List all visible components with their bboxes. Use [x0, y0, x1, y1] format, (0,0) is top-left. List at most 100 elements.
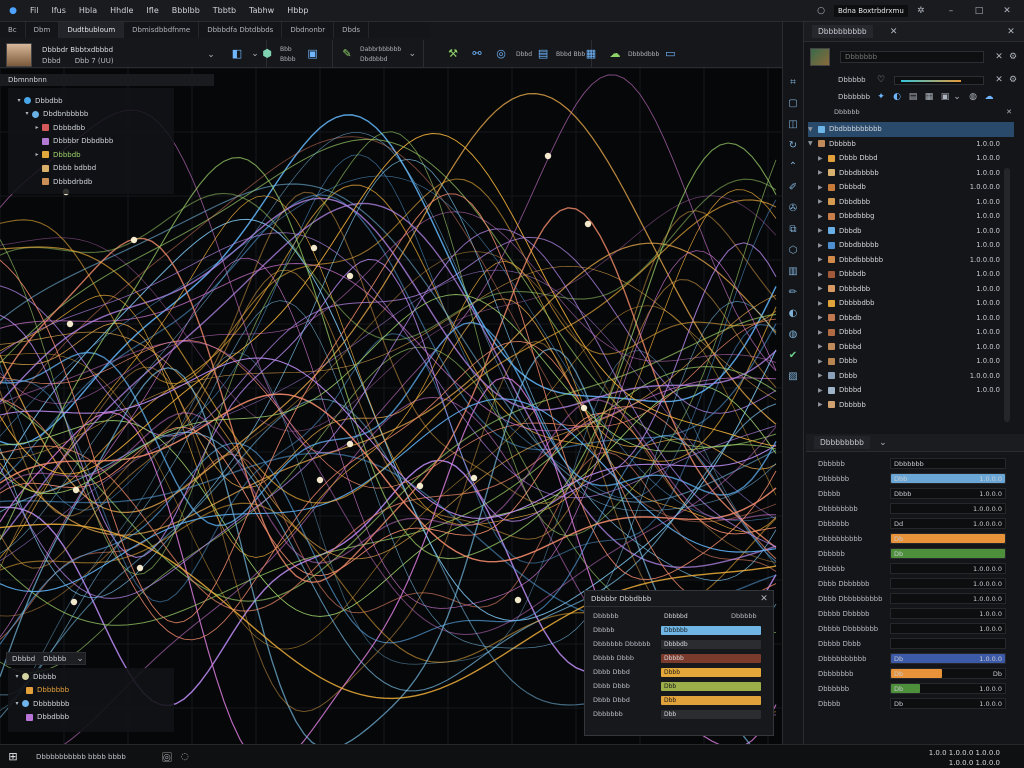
tab[interactable]: Dbbbdfa Dbtdbbds	[199, 22, 283, 38]
toolbar-brush-button[interactable]: ⚒	[442, 43, 464, 65]
table-row[interactable]: ▶ Dbbbd 1.0.0.0	[808, 340, 1014, 355]
check-icon[interactable]: ✔	[787, 351, 799, 363]
chevron-down-icon[interactable]: ▾	[12, 672, 22, 682]
close-icon[interactable]: ✕	[1002, 6, 1012, 16]
property-value[interactable]: Db 1.0.0.0	[890, 653, 1006, 664]
toolbar-monitor-button[interactable]: ▣	[302, 43, 324, 65]
chevron-right-icon[interactable]: ▶	[818, 213, 828, 220]
menu-item[interactable]: Tbbtb	[213, 6, 236, 15]
frame-icon[interactable]: ▢	[787, 99, 799, 111]
chevron-right-icon[interactable]: ▶	[818, 387, 828, 394]
property-value[interactable]: Dbbb 1.0.0.0	[890, 488, 1006, 499]
chevron-down-icon[interactable]: ▾	[22, 109, 32, 119]
tab[interactable]: Bc	[0, 22, 26, 38]
rotate-icon[interactable]: ↻	[787, 141, 799, 153]
layers-icon[interactable]: ◫	[787, 120, 799, 132]
property-value[interactable]: Db 1.0.0.0	[890, 683, 1006, 694]
table-row[interactable]: ▶ Dbbdbbbbb 1.0.0.0	[808, 238, 1014, 253]
close-icon[interactable]: ✕	[994, 52, 1004, 62]
close-icon[interactable]: ✕	[1004, 107, 1014, 117]
pen-tool-icon[interactable]: ✐	[787, 183, 799, 195]
gear-icon[interactable]: ⚙	[1008, 52, 1018, 62]
node-icon[interactable]: ⧉	[787, 225, 799, 237]
app-icon[interactable]: ◌	[180, 752, 190, 762]
property-value[interactable]: 1.0.0.0	[890, 608, 1006, 619]
toolbar-link-button[interactable]: ⚯	[466, 43, 488, 65]
list-icon[interactable]: ▤	[908, 92, 918, 102]
app-icon[interactable]: ◎	[161, 751, 172, 763]
table-row[interactable]: ▶ Dbbbdb 1.0.0.0.0	[808, 180, 1014, 195]
globe-icon[interactable]: ◍	[787, 330, 799, 342]
table-row[interactable]: ▶ Dbbb 1.0.0.0	[808, 354, 1014, 369]
table-row[interactable]: ▼ Dbdbbbbbbbbb	[808, 122, 1014, 137]
chevron-right-icon[interactable]: ▶	[818, 271, 828, 278]
chevron-right-icon[interactable]: ▶	[818, 358, 828, 365]
windows-start-icon[interactable]: ⊞	[8, 751, 18, 762]
chevron-down-icon[interactable]: ⌄	[75, 654, 85, 664]
toolbar-cube-button[interactable]: ◧	[226, 43, 248, 65]
camera-icon[interactable]: ⌗	[787, 78, 799, 90]
close-icon[interactable]: ✕	[1006, 27, 1016, 37]
table-row[interactable]: ▶ Dbbbd 1.0.0.0	[808, 383, 1014, 398]
table-row[interactable]: ▶ Dbbbbb	[808, 398, 1014, 413]
chevron-right-icon[interactable]: ▶	[818, 300, 828, 307]
table-row[interactable]: ▶ Dbbdbbbbbb 1.0.0.0.0	[808, 253, 1014, 268]
table-icon[interactable]: ▦	[924, 92, 934, 102]
profile-block[interactable]: Dbbbdr Bbbtxdbbbd Dbbd Dbb 7 (UU) ⌄	[6, 42, 216, 68]
shader-icon[interactable]: ◐	[787, 309, 799, 321]
list-item[interactable]: ▾ Dbbbbbbb	[12, 697, 174, 711]
dialog-value[interactable]: Dbbb	[661, 667, 761, 677]
toolbar-pen-button[interactable]: ✎	[336, 43, 358, 65]
chevron-right-icon[interactable]: ▶	[818, 155, 828, 162]
search-input[interactable]	[840, 51, 984, 63]
list-item[interactable]: Dbbdbbb	[12, 711, 174, 725]
chevron-right-icon[interactable]: ▶	[818, 401, 828, 408]
property-value[interactable]: Db	[890, 548, 1006, 559]
table-row[interactable]: ▶ Dbbdbbbg 1.0.0.0	[808, 209, 1014, 224]
chevron-right-icon[interactable]: ▶	[818, 198, 828, 205]
property-value[interactable]: Db 1.0.0.0	[890, 698, 1006, 709]
chevron-down-icon[interactable]: ▾	[12, 699, 22, 709]
menu-item[interactable]: Fil	[30, 6, 38, 15]
list-item[interactable]: ▾ Dbbbb	[12, 670, 174, 684]
property-value[interactable]: 1.0.0.0.0	[890, 503, 1006, 514]
tab[interactable]: Dbdnonbr	[282, 22, 335, 38]
close-icon[interactable]: ✕	[994, 75, 1004, 85]
close-icon[interactable]: ✕	[759, 594, 769, 604]
toolbar-save-button[interactable]: ▭	[659, 43, 681, 65]
grid-icon[interactable]: ▣	[940, 92, 950, 102]
menu-item[interactable]: Ifus	[51, 6, 65, 15]
toolbar-cloud-button[interactable]: ☁	[604, 43, 626, 65]
property-value[interactable]: Db Db	[890, 668, 1006, 679]
list-item[interactable]: ▸ Dbbbdbb	[14, 121, 174, 135]
chevron-right-icon[interactable]: ▶	[818, 256, 828, 263]
toolbar-chart-button[interactable]: ▤	[532, 43, 554, 65]
chevron-right-icon[interactable]: ▶	[818, 242, 828, 249]
list-item[interactable]: ▾ Dbdbnbbbbb	[14, 108, 174, 122]
table-row[interactable]: ▶ Dbbdbbb 1.0.0.0	[808, 195, 1014, 210]
image-icon[interactable]: ▨	[787, 372, 799, 384]
table-row[interactable]: ▶ Dbbb Dbbd 1.0.0.0	[808, 151, 1014, 166]
minimize-icon[interactable]: –	[946, 6, 956, 16]
chevron-right-icon[interactable]: ▸	[32, 123, 42, 133]
table-row[interactable]: ▼ Dbbbbb 1.0.0.0	[808, 137, 1014, 152]
heart-icon[interactable]: ♡	[876, 75, 886, 85]
table-row[interactable]: ▶ Dbbbbdbb 1.0.0.0	[808, 296, 1014, 311]
chevron-right-icon[interactable]: ▶	[818, 372, 828, 379]
taskbar-search[interactable]: Dbbbbbbbbbb bbbb bbbb	[36, 753, 126, 761]
shape-icon[interactable]: ✦	[876, 92, 886, 102]
tag-icon[interactable]: ▥	[787, 267, 799, 279]
cloud-icon[interactable]: ☁	[984, 92, 994, 102]
property-value[interactable]: Dbb 1.0.0.0	[890, 473, 1006, 484]
filter-slider[interactable]	[894, 75, 984, 85]
search-icon[interactable]: ○	[816, 6, 826, 16]
property-value[interactable]: 1.0.0.0.0	[890, 593, 1006, 604]
chevron-right-icon[interactable]: ▶	[818, 285, 828, 292]
chevron-down-icon[interactable]: ▾	[14, 96, 24, 106]
chevron-right-icon[interactable]: ▶	[818, 314, 828, 321]
tree-scrollbar[interactable]	[1004, 168, 1010, 422]
dialog-value[interactable]: Dbb	[661, 695, 761, 705]
brush-icon[interactable]: ✏	[787, 288, 799, 300]
tab[interactable]: Dbds	[334, 22, 370, 38]
tab-active[interactable]: Dudtbubloum	[59, 22, 125, 38]
